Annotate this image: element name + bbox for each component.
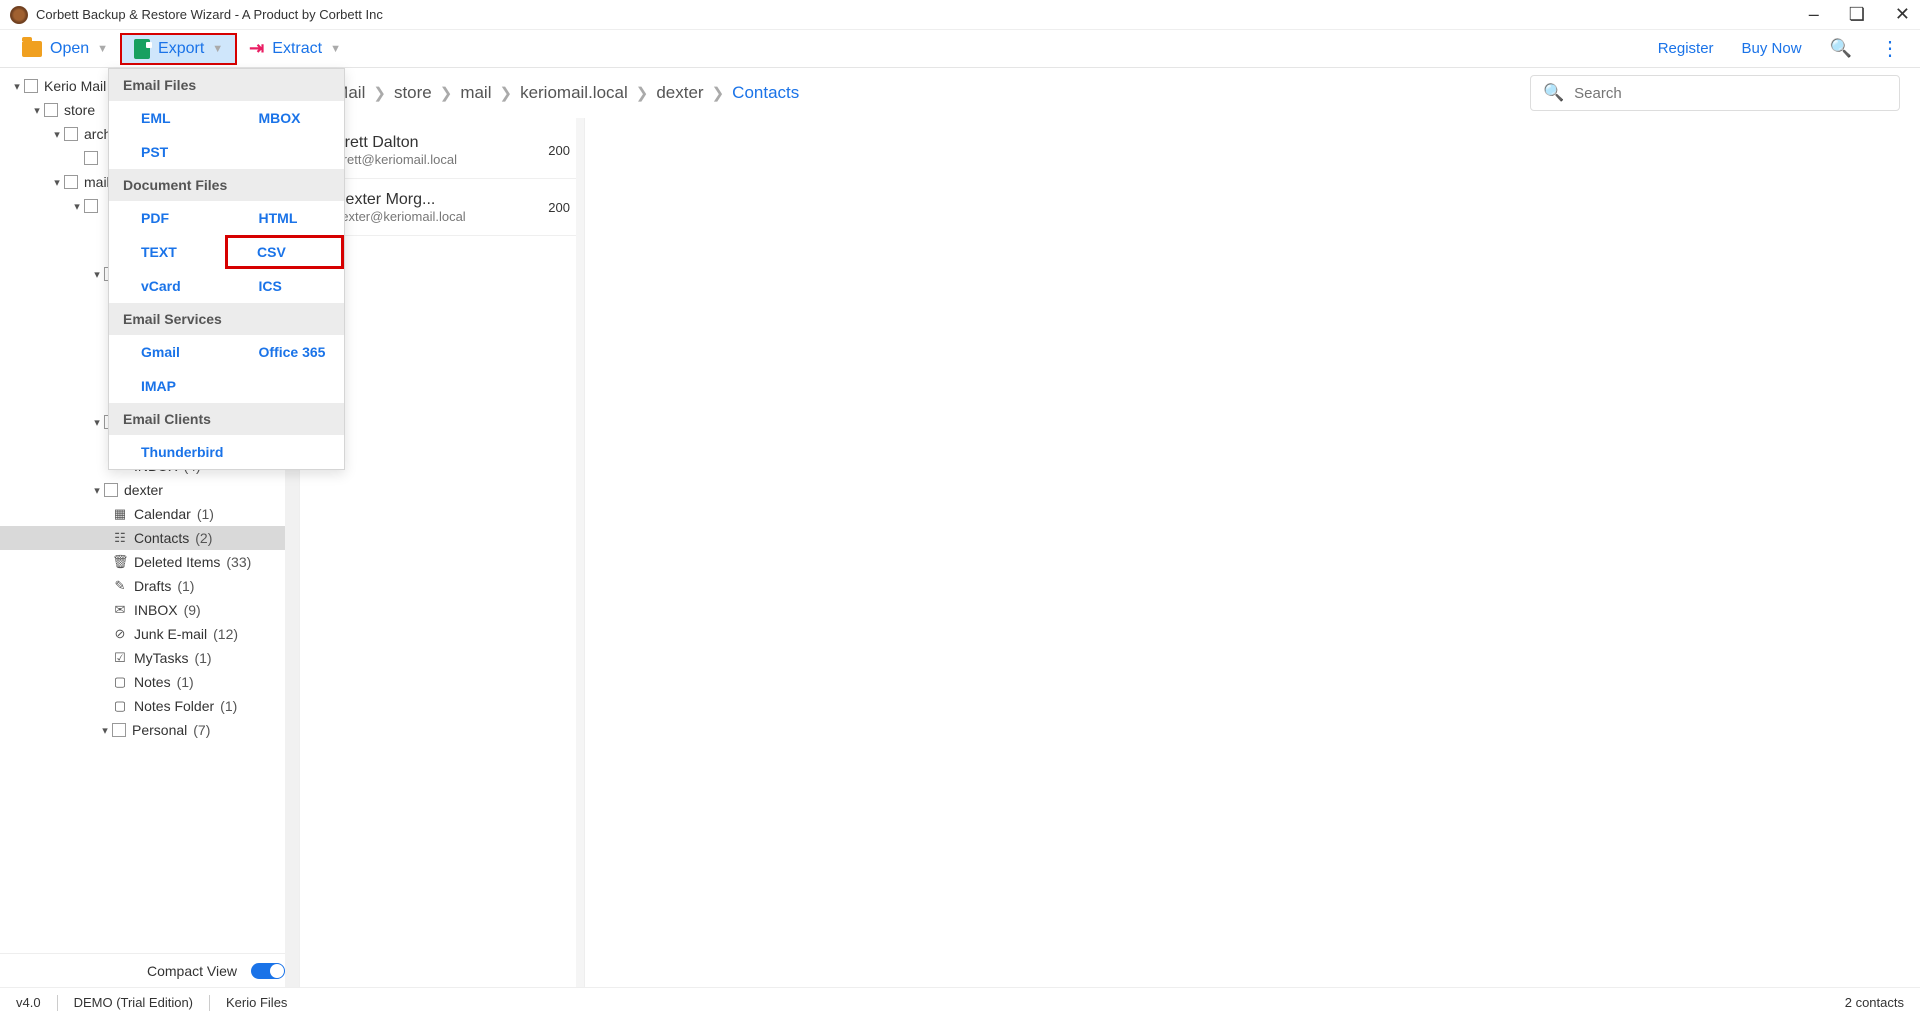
tree-item-notes-folder[interactable]: ▢Notes Folder(1) (0, 694, 299, 718)
menu-header-email-clients: Email Clients (109, 403, 344, 435)
more-menu-icon[interactable]: ⋮ (1880, 36, 1898, 61)
minimize-button[interactable]: – (1809, 4, 1819, 25)
folder-open-icon (22, 41, 42, 57)
search-box[interactable]: 🔍 (1530, 75, 1900, 111)
trash-icon: 🗑 (112, 554, 128, 570)
contact-name: Brett Dalton (334, 134, 542, 152)
contact-size: 200 (548, 200, 570, 215)
register-link[interactable]: Register (1658, 40, 1714, 57)
list-scrollbar[interactable] (576, 118, 584, 987)
export-menu: Email Files EMLMBOX PST Document Files P… (108, 68, 345, 470)
export-pdf[interactable]: PDF (109, 201, 227, 235)
breadcrumb-item[interactable]: store (394, 83, 432, 103)
contact-email: dexter@keriomail.local (334, 209, 542, 224)
breadcrumb-item[interactable]: dexter (656, 83, 703, 103)
app-icon (10, 6, 28, 24)
compact-view-label: Compact View (147, 963, 237, 979)
export-eml[interactable]: EML (109, 101, 227, 135)
statusbar: v4.0 DEMO (Trial Edition) Kerio Files 2 … (0, 987, 1920, 1017)
compact-view-bar: Compact View (0, 953, 299, 987)
extract-label: Extract (272, 40, 322, 58)
export-button[interactable]: Export ▼ (120, 33, 237, 65)
export-ics[interactable]: ICS (227, 269, 345, 303)
contact-size: 200 (548, 143, 570, 158)
divider (209, 995, 210, 1011)
breadcrumb-item-current[interactable]: Contacts (732, 83, 799, 103)
status-edition: DEMO (Trial Edition) (74, 995, 193, 1010)
search-input[interactable] (1574, 85, 1887, 102)
breadcrumb-item[interactable]: mail (460, 83, 491, 103)
status-version: v4.0 (16, 995, 41, 1010)
extract-button[interactable]: ⇥ Extract ▼ (237, 34, 353, 63)
file-export-icon (134, 39, 150, 59)
window-controls: – ❏ ✕ (1809, 4, 1910, 25)
tree-item-mytasks[interactable]: ☑MyTasks(1) (0, 646, 299, 670)
chevron-right-icon: ❯ (373, 84, 386, 102)
export-html[interactable]: HTML (227, 201, 345, 235)
export-text[interactable]: TEXT (109, 235, 225, 269)
open-label: Open (50, 40, 89, 58)
tree-item-inbox[interactable]: ✉INBOX(9) (0, 598, 299, 622)
tree-item-deleted[interactable]: 🗑Deleted Items(33) (0, 550, 299, 574)
tree-item-calendar[interactable]: ▦Calendar(1) (0, 502, 299, 526)
menu-header-email-files: Email Files (109, 69, 344, 101)
divider (57, 995, 58, 1011)
export-office365[interactable]: Office 365 (227, 335, 345, 369)
caret-down-icon: ▼ (330, 43, 341, 55)
notes-icon: ▢ (112, 698, 128, 714)
export-gmail[interactable]: Gmail (109, 335, 227, 369)
notes-icon: ▢ (112, 674, 128, 690)
tree-item-contacts[interactable]: ☷Contacts(2) (0, 526, 299, 550)
tree-item-notes[interactable]: ▢Notes(1) (0, 670, 299, 694)
tree-item-drafts[interactable]: ✎Drafts(1) (0, 574, 299, 598)
junk-icon: ⊘ (112, 626, 128, 642)
tasks-icon: ☑ (112, 650, 128, 666)
export-imap[interactable]: IMAP (109, 369, 227, 403)
export-mbox[interactable]: MBOX (227, 101, 345, 135)
status-count: 2 contacts (1845, 995, 1904, 1010)
window-title: Corbett Backup & Restore Wizard - A Prod… (36, 7, 383, 22)
export-pst[interactable]: PST (109, 135, 227, 169)
buy-now-link[interactable]: Buy Now (1742, 40, 1802, 57)
export-csv[interactable]: CSV (225, 235, 344, 269)
open-button[interactable]: Open ▼ (10, 36, 120, 62)
export-thunderbird[interactable]: Thunderbird (109, 435, 227, 469)
maximize-button[interactable]: ❏ (1849, 4, 1865, 25)
caret-down-icon: ▼ (97, 43, 108, 55)
status-source: Kerio Files (226, 995, 287, 1010)
search-icon[interactable]: 🔍 (1830, 38, 1852, 59)
breadcrumb: o Mail❯ store❯ mail❯ keriomail.local❯ de… (300, 68, 1920, 118)
export-label: Export (158, 40, 204, 58)
breadcrumb-item[interactable]: keriomail.local (520, 83, 628, 103)
compact-view-toggle[interactable] (251, 963, 285, 979)
export-vcard[interactable]: vCard (109, 269, 227, 303)
titlebar: Corbett Backup & Restore Wizard - A Prod… (0, 0, 1920, 30)
contact-email: Brett@keriomail.local (334, 152, 542, 167)
mail-icon: ✉ (112, 602, 128, 618)
detail-pane (585, 118, 1920, 987)
extract-icon: ⇥ (249, 38, 264, 59)
toolbar: Open ▼ Export ▼ ⇥ Extract ▼ Register Buy… (0, 30, 1920, 68)
close-button[interactable]: ✕ (1895, 4, 1910, 25)
tree-item-junk[interactable]: ⊘Junk E-mail(12) (0, 622, 299, 646)
chevron-right-icon: ❯ (712, 84, 725, 102)
contacts-icon: ☷ (112, 530, 128, 546)
caret-down-icon: ▼ (212, 43, 223, 55)
tree-item-dexter[interactable]: ▾dexter (0, 478, 299, 502)
tree-item-personal[interactable]: ▾Personal(7) (0, 718, 299, 742)
contact-name: Dexter Morg... (334, 191, 542, 209)
menu-header-email-services: Email Services (109, 303, 344, 335)
search-icon: 🔍 (1543, 83, 1564, 103)
chevron-right-icon: ❯ (636, 84, 649, 102)
draft-icon: ✎ (112, 578, 128, 594)
chevron-right-icon: ❯ (440, 84, 453, 102)
calendar-icon: ▦ (112, 506, 128, 522)
menu-header-document-files: Document Files (109, 169, 344, 201)
chevron-right-icon: ❯ (499, 84, 512, 102)
content-pane: o Mail❯ store❯ mail❯ keriomail.local❯ de… (300, 68, 1920, 987)
